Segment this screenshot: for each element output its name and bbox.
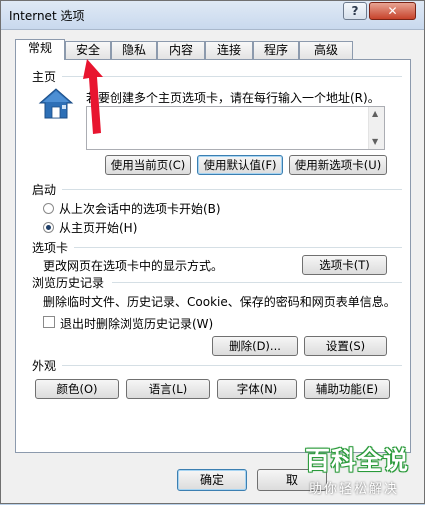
colors-button[interactable]: 颜色(O) — [35, 379, 119, 399]
general-tab-panel: 主页 若要创建多个主页选项卡，请在每行输入一个地址(R)。 ▲ ▼ 使用当前页(… — [15, 59, 411, 453]
fonts-button[interactable]: 字体(N) — [217, 379, 297, 399]
scroll-down-icon[interactable]: ▼ — [372, 137, 378, 146]
homepage-heading: 主页 — [32, 70, 57, 84]
radio-last-session[interactable] — [43, 203, 54, 214]
tab-privacy[interactable]: 隐私 — [111, 41, 157, 59]
startup-heading: 启动 — [32, 183, 57, 197]
languages-button[interactable]: 语言(L) — [126, 379, 210, 399]
tabs-settings-button[interactable]: 选项卡(T) — [302, 255, 387, 275]
history-settings-button[interactable]: 设置(S) — [304, 336, 387, 356]
history-heading: 浏览历史记录 — [32, 276, 105, 290]
delete-history-button[interactable]: 删除(D)... — [212, 336, 298, 356]
homepage-instruction: 若要创建多个主页选项卡，请在每行输入一个地址(R)。 — [86, 91, 380, 105]
accessibility-button[interactable]: 辅助功能(E) — [304, 379, 390, 399]
tab-security[interactable]: 安全 — [65, 41, 111, 59]
use-current-button[interactable]: 使用当前页(C) — [105, 155, 191, 175]
use-new-tab-button[interactable]: 使用新选项卡(U) — [289, 155, 387, 175]
radio-homepage[interactable] — [43, 222, 54, 233]
startup-divider — [62, 189, 402, 190]
history-description: 删除临时文件、历史记录、Cookie、保存的密码和网页表单信息。 — [43, 295, 396, 309]
annotation-arrow-icon — [83, 59, 103, 134]
appearance-divider — [62, 365, 402, 366]
tab-advanced[interactable]: 高级 — [299, 41, 353, 59]
history-divider — [112, 282, 402, 283]
tabs-description: 更改网页在选项卡中的显示方式。 — [43, 259, 224, 273]
radio-last-session-label: 从上次会话中的选项卡开始(B) — [59, 202, 221, 216]
help-button[interactable]: ? — [343, 2, 367, 20]
internet-options-window: Internet 选项 ? ✕ 常规 安全 隐私 内容 连接 程序 高级 主页 … — [0, 0, 425, 504]
window-title: Internet 选项 — [9, 9, 85, 23]
radio-homepage-label: 从主页开始(H) — [59, 221, 138, 235]
use-default-button[interactable]: 使用默认值(F) — [197, 155, 283, 175]
tab-general[interactable]: 常规 — [15, 39, 65, 60]
homepage-url-scrollbar[interactable]: ▲ ▼ — [368, 107, 384, 149]
delete-on-exit-checkbox[interactable] — [43, 316, 55, 328]
tabs-divider — [74, 247, 402, 248]
appearance-heading: 外观 — [32, 359, 57, 373]
tab-connections[interactable]: 连接 — [205, 41, 253, 59]
close-button[interactable]: ✕ — [369, 2, 416, 20]
watermark-subtitle: 助你轻松解决 — [309, 482, 400, 497]
watermark-title: 百科全说 — [305, 446, 410, 475]
ok-button[interactable]: 确定 — [177, 469, 247, 491]
tab-programs[interactable]: 程序 — [253, 41, 299, 59]
title-bar: Internet 选项 ? ✕ — [1, 1, 424, 30]
homepage-divider — [62, 76, 402, 77]
watermark: 百科全说 助你轻松解决 — [299, 439, 425, 505]
homepage-url-textarea[interactable]: ▲ ▼ — [86, 106, 385, 150]
tabs-heading: 选项卡 — [32, 241, 69, 255]
delete-on-exit-label: 退出时删除浏览历史记录(W) — [60, 317, 214, 331]
scroll-up-icon[interactable]: ▲ — [372, 109, 378, 118]
tab-content[interactable]: 内容 — [157, 41, 205, 59]
home-icon — [38, 88, 74, 119]
